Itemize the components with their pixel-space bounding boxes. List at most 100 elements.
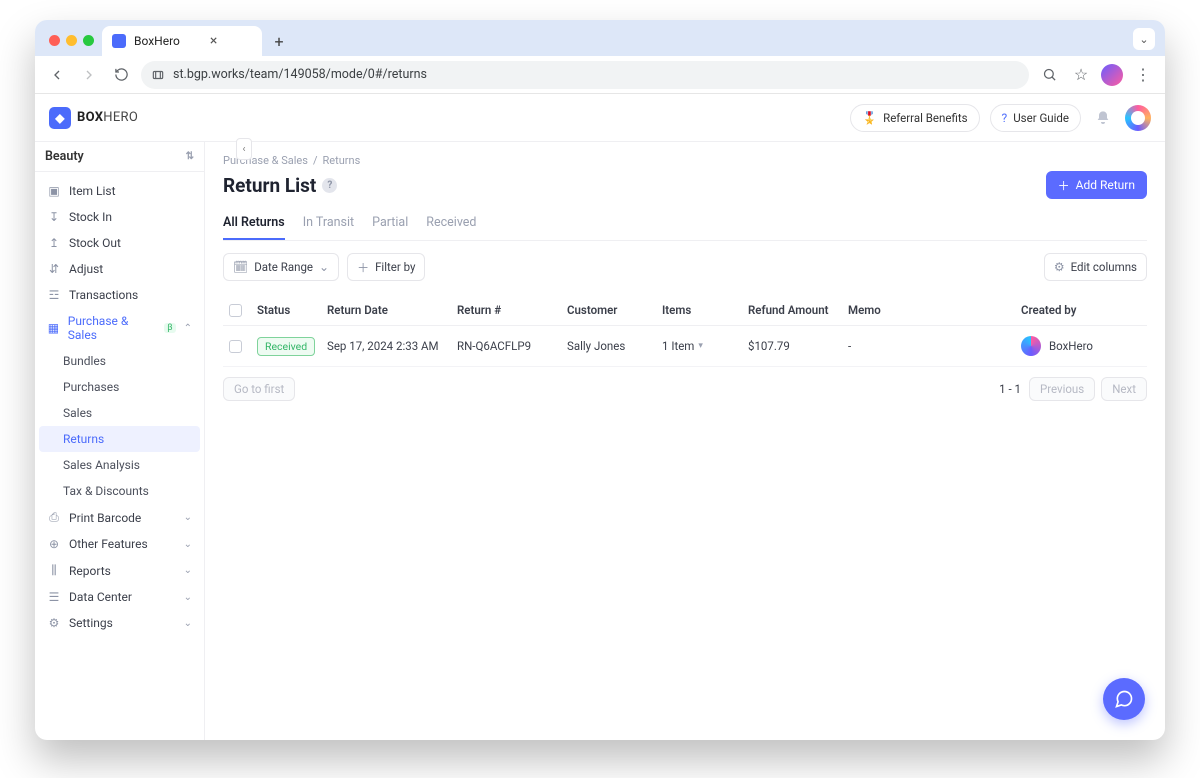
reload-icon[interactable]	[109, 63, 133, 87]
calendar-icon: 🗓	[233, 260, 248, 274]
tab-favicon	[112, 34, 126, 48]
tabs-overflow-button[interactable]: ⌄	[1133, 28, 1155, 50]
sidebar-item-other-features[interactable]: ⊕Other Features⌄	[35, 531, 204, 557]
gift-icon: 🎖️	[862, 111, 877, 125]
browser-tab[interactable]: BoxHero ×	[102, 26, 262, 56]
url-bar[interactable]: st.bgp.works/team/149058/mode/0#/returns	[141, 61, 1029, 89]
add-return-button[interactable]: ＋ Add Return	[1046, 171, 1147, 199]
chevron-down-icon: ⌄	[319, 260, 329, 274]
url-text: st.bgp.works/team/149058/mode/0#/returns	[173, 67, 427, 82]
col-refund-amount[interactable]: Refund Amount	[748, 303, 848, 317]
pagination: Go to first 1 - 1 Previous Next	[223, 377, 1147, 401]
bookmark-star-icon[interactable]: ☆	[1069, 63, 1093, 87]
sidebar-item-data-center[interactable]: ☰Data Center⌄	[35, 584, 204, 610]
sidebar-item-tax-discounts[interactable]: Tax & Discounts	[35, 478, 204, 504]
settings-icon: ⚙	[1054, 260, 1065, 274]
select-all-checkbox[interactable]	[229, 304, 242, 317]
breadcrumb-current: Returns	[323, 154, 361, 167]
sidebar-item-purchase-sales[interactable]: ▦ Purchase & Sales β ⌃	[35, 308, 204, 348]
sidebar-collapse-button[interactable]: ‹	[236, 138, 252, 160]
creator-avatar-icon	[1021, 336, 1041, 356]
status-badge: Received	[257, 337, 315, 356]
table-row[interactable]: Received Sep 17, 2024 2:33 AM RN-Q6ACFLP…	[223, 326, 1147, 367]
tab-all-returns[interactable]: All Returns	[223, 209, 285, 240]
profile-avatar-icon[interactable]	[1101, 64, 1123, 86]
upload-icon: ↥	[47, 236, 61, 250]
sidebar-item-reports[interactable]: ⫼Reports⌄	[35, 557, 204, 584]
minimize-window-dot[interactable]	[66, 35, 77, 46]
cell-return-number: RN-Q6ACFLP9	[457, 339, 567, 353]
site-info-icon[interactable]	[151, 68, 165, 82]
plus-icon: ＋	[1058, 177, 1070, 194]
tab-partial[interactable]: Partial	[372, 209, 408, 240]
barcode-icon: ☲	[47, 288, 61, 302]
col-created-by[interactable]: Created by	[1021, 303, 1141, 317]
maximize-window-dot[interactable]	[83, 35, 94, 46]
chart-icon: ⫼	[47, 563, 61, 578]
page-range: 1 - 1	[999, 382, 1021, 396]
zoom-icon[interactable]	[1037, 63, 1061, 87]
sidebar-item-returns[interactable]: Returns	[39, 426, 200, 452]
col-return-date[interactable]: Return Date	[327, 303, 457, 317]
cell-items[interactable]: 1 Item ▾	[662, 339, 748, 353]
col-status[interactable]: Status	[257, 303, 327, 317]
help-icon: ?	[1002, 111, 1008, 125]
notifications-icon[interactable]	[1091, 110, 1115, 126]
sidebar: Beauty ⇅ ▣Item List ↧Stock In ↥Stock Out…	[35, 142, 205, 740]
download-icon: ↧	[47, 210, 61, 224]
sidebar-item-purchases[interactable]: Purchases	[35, 374, 204, 400]
sidebar-item-stock-out[interactable]: ↥Stock Out	[35, 230, 204, 256]
col-return-number[interactable]: Return #	[457, 303, 567, 317]
user-guide-button[interactable]: ? User Guide	[990, 104, 1081, 132]
cell-refund: $107.79	[748, 339, 848, 353]
row-checkbox[interactable]	[229, 340, 242, 353]
logo-text-thin: HERO	[103, 110, 138, 125]
date-range-picker[interactable]: 🗓 Date Range ⌄	[223, 253, 339, 281]
sidebar-item-bundles[interactable]: Bundles	[35, 348, 204, 374]
sidebar-item-print-barcode[interactable]: ⎙Print Barcode⌄	[35, 504, 204, 531]
tab-in-transit[interactable]: In Transit	[303, 209, 354, 240]
browser-tabstrip: BoxHero × + ⌄	[35, 20, 1165, 56]
sidebar-item-transactions[interactable]: ☲Transactions	[35, 282, 204, 308]
sidebar-item-sales[interactable]: Sales	[35, 400, 204, 426]
chevron-down-icon: ⌄	[184, 565, 192, 576]
nav-forward-icon[interactable]	[77, 63, 101, 87]
chevron-down-icon: ⌄	[184, 592, 192, 603]
col-items[interactable]: Items	[662, 303, 748, 317]
chevron-down-icon: ⌄	[184, 539, 192, 550]
close-window-dot[interactable]	[49, 35, 60, 46]
sidebar-item-item-list[interactable]: ▣Item List	[35, 178, 204, 204]
go-to-first-button[interactable]: Go to first	[223, 377, 295, 401]
next-button[interactable]: Next	[1101, 377, 1147, 401]
col-memo[interactable]: Memo	[848, 303, 1021, 317]
tab-close-icon[interactable]: ×	[210, 33, 217, 49]
user-avatar[interactable]	[1125, 105, 1151, 131]
sidebar-item-stock-in[interactable]: ↧Stock In	[35, 204, 204, 230]
plus-icon: ＋	[357, 259, 369, 276]
previous-button[interactable]: Previous	[1029, 377, 1095, 401]
gear-icon: ⚙	[47, 616, 61, 630]
support-chat-button[interactable]	[1103, 678, 1145, 720]
team-name: Beauty	[45, 149, 84, 164]
filter-by-button[interactable]: ＋ Filter by	[347, 253, 425, 281]
sidebar-item-settings[interactable]: ⚙Settings⌄	[35, 610, 204, 636]
chevron-down-icon: ⌄	[184, 618, 192, 629]
sidebar-item-sales-analysis[interactable]: Sales Analysis	[35, 452, 204, 478]
col-customer[interactable]: Customer	[567, 303, 662, 317]
help-tooltip-icon[interactable]: ?	[322, 178, 337, 193]
sidebar-item-adjust[interactable]: ⇵Adjust	[35, 256, 204, 282]
nav-back-icon[interactable]	[45, 63, 69, 87]
app-logo[interactable]: ◆ BOXHERO	[49, 107, 138, 129]
browser-menu-icon[interactable]: ⋮	[1131, 63, 1155, 87]
user-guide-label: User Guide	[1013, 111, 1069, 125]
team-selector[interactable]: Beauty ⇅	[35, 142, 204, 172]
logo-mark-icon: ◆	[49, 107, 71, 129]
tab-received[interactable]: Received	[426, 209, 476, 240]
edit-columns-button[interactable]: ⚙ Edit columns	[1044, 253, 1147, 281]
table-header: Status Return Date Return # Customer Ite…	[223, 295, 1147, 326]
app-topbar: ◆ BOXHERO 🎖️ Referral Benefits ? User Gu…	[35, 94, 1165, 142]
new-tab-button[interactable]: +	[266, 28, 292, 54]
referral-benefits-button[interactable]: 🎖️ Referral Benefits	[850, 104, 979, 132]
window-controls	[41, 35, 102, 56]
chevron-down-icon: ▾	[698, 341, 703, 351]
